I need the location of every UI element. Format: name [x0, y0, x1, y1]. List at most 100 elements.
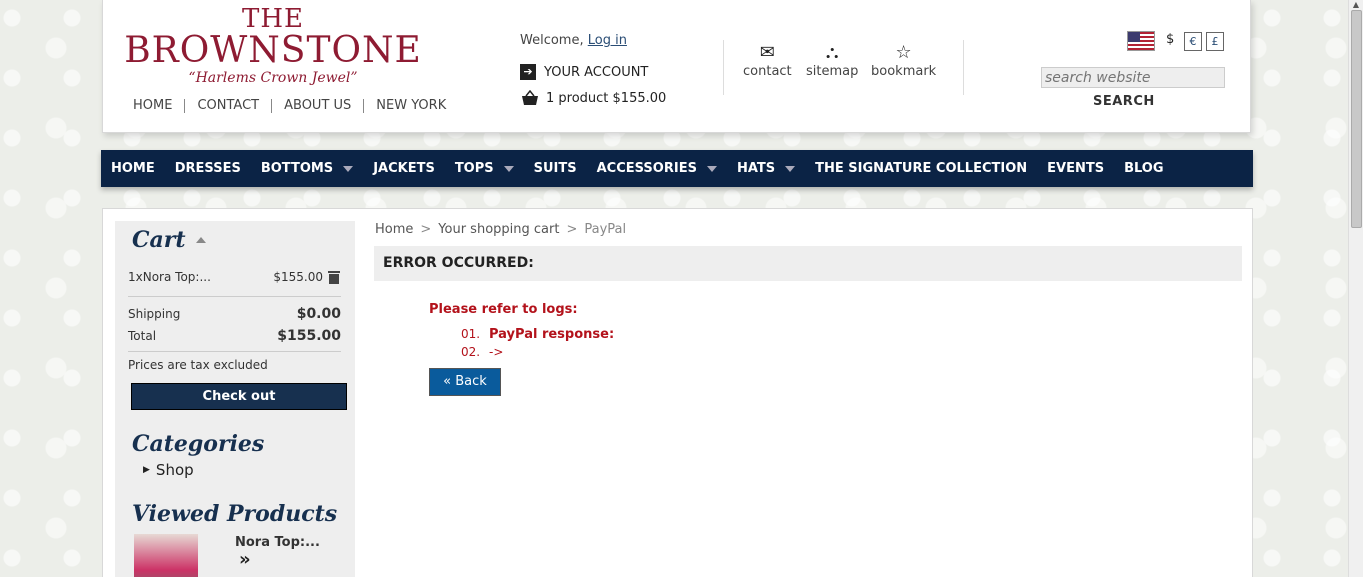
caret-down-icon — [503, 165, 514, 172]
back-button[interactable]: « Back — [429, 368, 501, 396]
nav-home[interactable]: HOME — [101, 161, 165, 176]
product-thumbnail[interactable] — [134, 534, 198, 577]
tax-note-text: Prices are tax excluded — [128, 358, 268, 372]
nav-tops[interactable]: TOPS — [445, 161, 524, 176]
nav-jackets[interactable]: JACKETS — [363, 161, 445, 176]
quick-bookmark[interactable]: ☆ bookmark — [871, 42, 936, 79]
shipping-row: Shipping $0.00 — [128, 306, 341, 322]
error-line-text: PayPal response: — [489, 327, 615, 342]
nav-blog-label: BLOG — [1124, 161, 1164, 176]
error-line-text: -> — [489, 345, 504, 359]
breadcrumb-separator: > — [566, 222, 578, 237]
scroll-up-icon[interactable]: ▲ — [1349, 0, 1363, 9]
error-line-num: 01. — [461, 327, 481, 341]
breadcrumb-current: PayPal — [584, 222, 627, 237]
quick-sitemap-label: sitemap — [806, 64, 859, 79]
welcome-text: Welcome, Log in — [520, 33, 627, 48]
nav-signature[interactable]: THE SIGNATURE COLLECTION — [805, 161, 1037, 176]
divider — [963, 40, 964, 95]
total-value: $155.00 — [277, 328, 341, 344]
cart-item-name[interactable]: 1xNora Top:... — [128, 270, 211, 284]
toplink-contact[interactable]: CONTACT — [184, 99, 271, 113]
cart-item: 1xNora Top:... $155.00 — [128, 269, 341, 285]
main-nav: HOME DRESSES BOTTOMS JACKETS TOPS SUITS … — [101, 150, 1253, 187]
cart-item-price-wrap: $155.00 — [273, 269, 341, 285]
scrollbar-thumb[interactable] — [1351, 10, 1362, 228]
error-line: 01. PayPal response: — [461, 327, 614, 345]
tax-note: Prices are tax excluded — [128, 358, 341, 372]
sidebar: Cart 1xNora Top:... $155.00 Shipping $0.… — [115, 221, 355, 577]
nav-accessories-label: ACCESSORIES — [596, 161, 697, 176]
more-arrow-icon[interactable]: » — [239, 549, 251, 570]
basket-icon — [522, 90, 538, 105]
login-link[interactable]: Log in — [588, 33, 627, 48]
error-line: 02. -> — [461, 345, 614, 363]
error-title: ERROR OCCURRED: — [374, 246, 1242, 281]
star-icon: ☆ — [895, 42, 912, 63]
nav-accessories[interactable]: ACCESSORIES — [587, 161, 727, 176]
site-logo[interactable]: THE BROWNSTONE “Harlems Crown Jewel” — [123, 6, 423, 86]
divider — [128, 351, 341, 352]
envelope-icon: ✉ — [759, 42, 775, 63]
currency-euro[interactable]: € — [1184, 32, 1202, 51]
category-shop-label: Shop — [155, 461, 194, 479]
cart-heading[interactable]: Cart — [115, 227, 206, 253]
nav-signature-label: THE SIGNATURE COLLECTION — [815, 161, 1028, 176]
main-content: Cart 1xNora Top:... $155.00 Shipping $0.… — [102, 208, 1253, 577]
toplink-new-york[interactable]: NEW YORK — [363, 99, 458, 113]
breadcrumb-home[interactable]: Home — [375, 222, 413, 237]
search-input[interactable] — [1041, 67, 1225, 88]
account-label: YOUR ACCOUNT — [544, 64, 649, 80]
nav-blog[interactable]: BLOG — [1114, 161, 1173, 176]
shipping-label: Shipping — [128, 307, 181, 321]
breadcrumb: Home > Your shopping cart > PayPal — [375, 222, 626, 237]
cart-summary: 1 product $155.00 — [546, 90, 667, 106]
logo-line2: BROWNSTONE — [124, 30, 422, 71]
caret-down-icon — [343, 165, 354, 172]
viewed-item-name[interactable]: Nora Top:... — [235, 535, 320, 550]
divider — [723, 40, 724, 95]
checkout-button[interactable]: Check out — [131, 383, 347, 410]
toplink-home[interactable]: HOME — [125, 99, 184, 113]
collapse-icon — [195, 237, 206, 243]
nav-events[interactable]: EVENTS — [1037, 161, 1114, 176]
currency-pound[interactable]: £ — [1206, 32, 1224, 51]
category-shop[interactable]: ▶ Shop — [143, 461, 194, 479]
nav-suits[interactable]: SUITS — [524, 161, 587, 176]
total-label: Total — [128, 329, 157, 343]
error-line-num: 02. — [461, 345, 481, 359]
cart-title: Cart — [132, 227, 186, 253]
toplink-about[interactable]: ABOUT US — [271, 99, 363, 113]
nav-hats[interactable]: HATS — [727, 161, 805, 176]
nav-hats-label: HATS — [736, 161, 776, 176]
divider — [128, 296, 341, 297]
scrollbar[interactable]: ▲ — [1348, 0, 1363, 577]
categories-title: Categories — [132, 431, 265, 457]
header-cart[interactable]: 1 product $155.00 — [520, 90, 666, 106]
arrow-right-icon: ➔ — [520, 64, 536, 80]
quick-sitemap[interactable]: ⛬ sitemap — [806, 42, 858, 79]
caret-down-icon — [706, 165, 717, 172]
welcome-label: Welcome, — [520, 33, 588, 48]
account-link[interactable]: ➔ YOUR ACCOUNT — [520, 64, 648, 80]
search-button[interactable]: SEARCH — [1093, 94, 1155, 109]
nav-home-label: HOME — [111, 161, 155, 176]
nav-events-label: EVENTS — [1047, 161, 1105, 176]
error-refer: Please refer to logs: — [429, 302, 578, 317]
breadcrumb-separator: > — [420, 222, 432, 237]
nav-dresses[interactable]: DRESSES — [165, 161, 251, 176]
nav-suits-label: SUITS — [533, 161, 577, 176]
cart-item-price: $155.00 — [273, 270, 323, 284]
logo-line1: THE — [242, 4, 304, 34]
quick-bookmark-label: bookmark — [871, 64, 937, 79]
quick-contact-label: contact — [743, 64, 792, 79]
triangle-right-icon: ▶ — [143, 465, 150, 475]
nav-bottoms[interactable]: BOTTOMS — [251, 161, 363, 176]
nav-dresses-label: DRESSES — [174, 161, 241, 176]
shipping-value: $0.00 — [296, 306, 341, 322]
us-flag-icon[interactable] — [1127, 31, 1155, 51]
trash-icon[interactable] — [327, 269, 341, 285]
nav-tops-label: TOPS — [454, 161, 494, 176]
breadcrumb-cart[interactable]: Your shopping cart — [438, 222, 559, 237]
quick-contact[interactable]: ✉ contact — [743, 42, 792, 79]
